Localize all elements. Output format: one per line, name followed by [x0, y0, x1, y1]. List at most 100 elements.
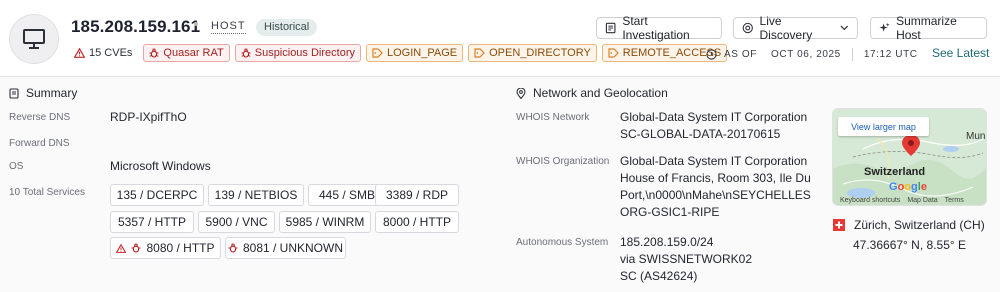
summary-title: Summary — [26, 86, 78, 100]
autonomous-system-label: Autonomous System — [516, 237, 609, 248]
service-chip[interactable]: 5357 / HTTP — [110, 211, 194, 233]
warning-icon — [74, 48, 85, 58]
os-value: Microsoft Windows — [110, 159, 211, 173]
forward-dns-label: Forward DNS — [9, 138, 70, 149]
start-investigation-button[interactable]: Start Investigation — [596, 14, 722, 42]
service-label: 139 / NETBIOS — [214, 188, 298, 202]
tag-quasar-rat[interactable]: Quasar RAT — [143, 44, 230, 62]
sparkle-icon — [879, 22, 890, 32]
bug-icon — [228, 243, 238, 253]
service-label: 3389 / RDP — [385, 188, 449, 202]
keyboard-shortcuts-link[interactable]: Keyboard shortcuts — [840, 197, 900, 204]
service-chip[interactable]: 8000 / HTTP — [375, 211, 459, 233]
as-line: 185.208.159.0/24 — [620, 235, 714, 249]
chevron-down-icon — [840, 25, 849, 31]
as-line: SC (AS42624) — [620, 269, 698, 283]
live-discovery-button[interactable]: Live Discovery — [733, 14, 858, 42]
map-city-label: Mun — [966, 131, 986, 142]
clock-icon — [706, 48, 717, 60]
service-chip[interactable]: 8081 / UNKNOWN — [225, 237, 346, 259]
tag-icon — [372, 48, 383, 58]
as-of-label: AS OF — [724, 48, 758, 60]
service-label: 135 / DCERPC — [116, 188, 198, 202]
whois-org-label: WHOIS Organization — [516, 156, 610, 167]
tag-icon — [608, 48, 619, 58]
autonomous-system-value: 185.208.159.0/24 via SWISSNETWORK02 SC (… — [620, 234, 752, 285]
tag-icon — [474, 48, 485, 58]
whois-org-line: Global-Data System IT Corporation — [620, 154, 808, 168]
see-latest-link[interactable]: See Latest — [932, 46, 989, 60]
summarize-host-button[interactable]: Summarize Host — [870, 14, 987, 42]
view-larger-map-link[interactable]: View larger map — [838, 117, 929, 136]
whois-org-line: House of Francis, Room 303, Ile Du — [620, 171, 811, 185]
service-chip[interactable]: 135 / DCERPC — [110, 184, 204, 206]
network-title: Network and Geolocation — [533, 86, 668, 100]
tag-cves[interactable]: 15 CVEs — [71, 44, 138, 62]
host-ip: 185.208.159.161 — [71, 17, 201, 36]
service-label: 8081 / UNKNOWN — [242, 241, 344, 255]
summarize-host-label: Summarize Host — [896, 14, 957, 42]
coordinates: 47.36667° N, 8.55° E — [853, 238, 967, 252]
service-chip[interactable]: 8080 / HTTP — [110, 237, 221, 259]
start-investigation-label: Start Investigation — [622, 14, 690, 42]
tag-label: 15 CVEs — [89, 47, 133, 59]
terms-link[interactable]: Terms — [945, 197, 964, 204]
monitor-icon — [23, 29, 45, 49]
tag-open-directory[interactable]: OPEN_DIRECTORY — [468, 44, 597, 62]
tag-label: OPEN_DIRECTORY — [489, 47, 591, 59]
separator-dot — [194, 22, 198, 26]
geo-location: Zürich, Switzerland (CH) — [833, 218, 985, 232]
google-logo: Google — [889, 181, 927, 193]
document-icon — [605, 22, 616, 34]
tag-label: Suspicious Directory — [254, 47, 355, 59]
map-data-link[interactable]: Map Data — [907, 197, 937, 204]
tag-suspicious-directory[interactable]: Suspicious Directory — [234, 44, 361, 62]
document-icon — [9, 87, 19, 99]
service-label: 8000 / HTTP — [382, 215, 452, 229]
whois-network-value: Global-Data System IT Corporation SC-GLO… — [620, 109, 807, 143]
bug-icon — [131, 243, 141, 253]
location-pin-icon — [516, 87, 526, 99]
network-section-title: Network and Geolocation — [516, 86, 668, 100]
reverse-dns-label: Reverse DNS — [9, 112, 71, 123]
tag-list: 15 CVEs Quasar RAT Suspicious Directory … — [71, 44, 728, 62]
live-discovery-label: Live Discovery — [759, 14, 813, 42]
service-chip[interactable]: 5985 / WINRM — [279, 211, 371, 233]
whois-org-line: ORG-GSIC1-RIPE — [620, 205, 720, 219]
bug-icon — [241, 48, 251, 58]
tag-label: LOGIN_PAGE — [387, 47, 458, 59]
service-chip[interactable]: 3389 / RDP — [375, 184, 459, 206]
swiss-flag-icon — [833, 219, 845, 231]
warning-icon — [116, 243, 127, 253]
service-label: 5900 / VNC — [205, 215, 268, 229]
whois-org-line: Port,\n0000\nMahe\nSEYCHELLES — [620, 188, 811, 202]
divider — [851, 47, 853, 61]
as-of-date: OCT 06, 2025 — [771, 48, 841, 60]
service-chip[interactable]: 139 / NETBIOS — [208, 184, 304, 206]
map-country-label: Switzerland — [864, 166, 926, 178]
total-services-label: 10 Total Services — [9, 187, 85, 198]
globe-icon — [742, 22, 753, 34]
host-type-label[interactable]: HOST — [211, 20, 246, 34]
map-footer: Keyboard shortcuts Map Data Terms — [840, 197, 964, 204]
host-avatar — [9, 14, 59, 64]
reverse-dns-value: RDP-IXpifThO — [110, 110, 187, 124]
tag-login-page[interactable]: LOGIN_PAGE — [366, 44, 464, 62]
bug-icon — [149, 48, 159, 58]
status-badge: Historical — [256, 19, 318, 36]
as-of-time: 17:12 UTC — [863, 48, 918, 60]
whois-network-line: Global-Data System IT Corporation — [620, 110, 808, 124]
service-label: 5357 / HTTP — [117, 215, 187, 229]
summary-section-title: Summary — [9, 86, 77, 100]
host-header: 185.208.159.161 HOST Historical 15 CVEs … — [0, 0, 1000, 77]
as-of-timestamp: AS OF OCT 06, 2025 17:12 UTC — [706, 47, 918, 61]
service-label: 5985 / WINRM — [285, 215, 365, 229]
whois-org-value: Global-Data System IT Corporation House … — [620, 153, 811, 221]
service-chip[interactable]: 5900 / VNC — [198, 211, 275, 233]
whois-network-line: SC-GLOBAL-DATA-20170615 — [620, 127, 781, 141]
service-label: 8080 / HTTP — [146, 241, 215, 255]
service-label: 445 / SMB — [318, 188, 376, 202]
location-label: Zürich, Switzerland (CH) — [854, 218, 985, 232]
as-line: via SWISSNETWORK02 — [620, 252, 753, 266]
tag-label: Quasar RAT — [163, 47, 224, 59]
